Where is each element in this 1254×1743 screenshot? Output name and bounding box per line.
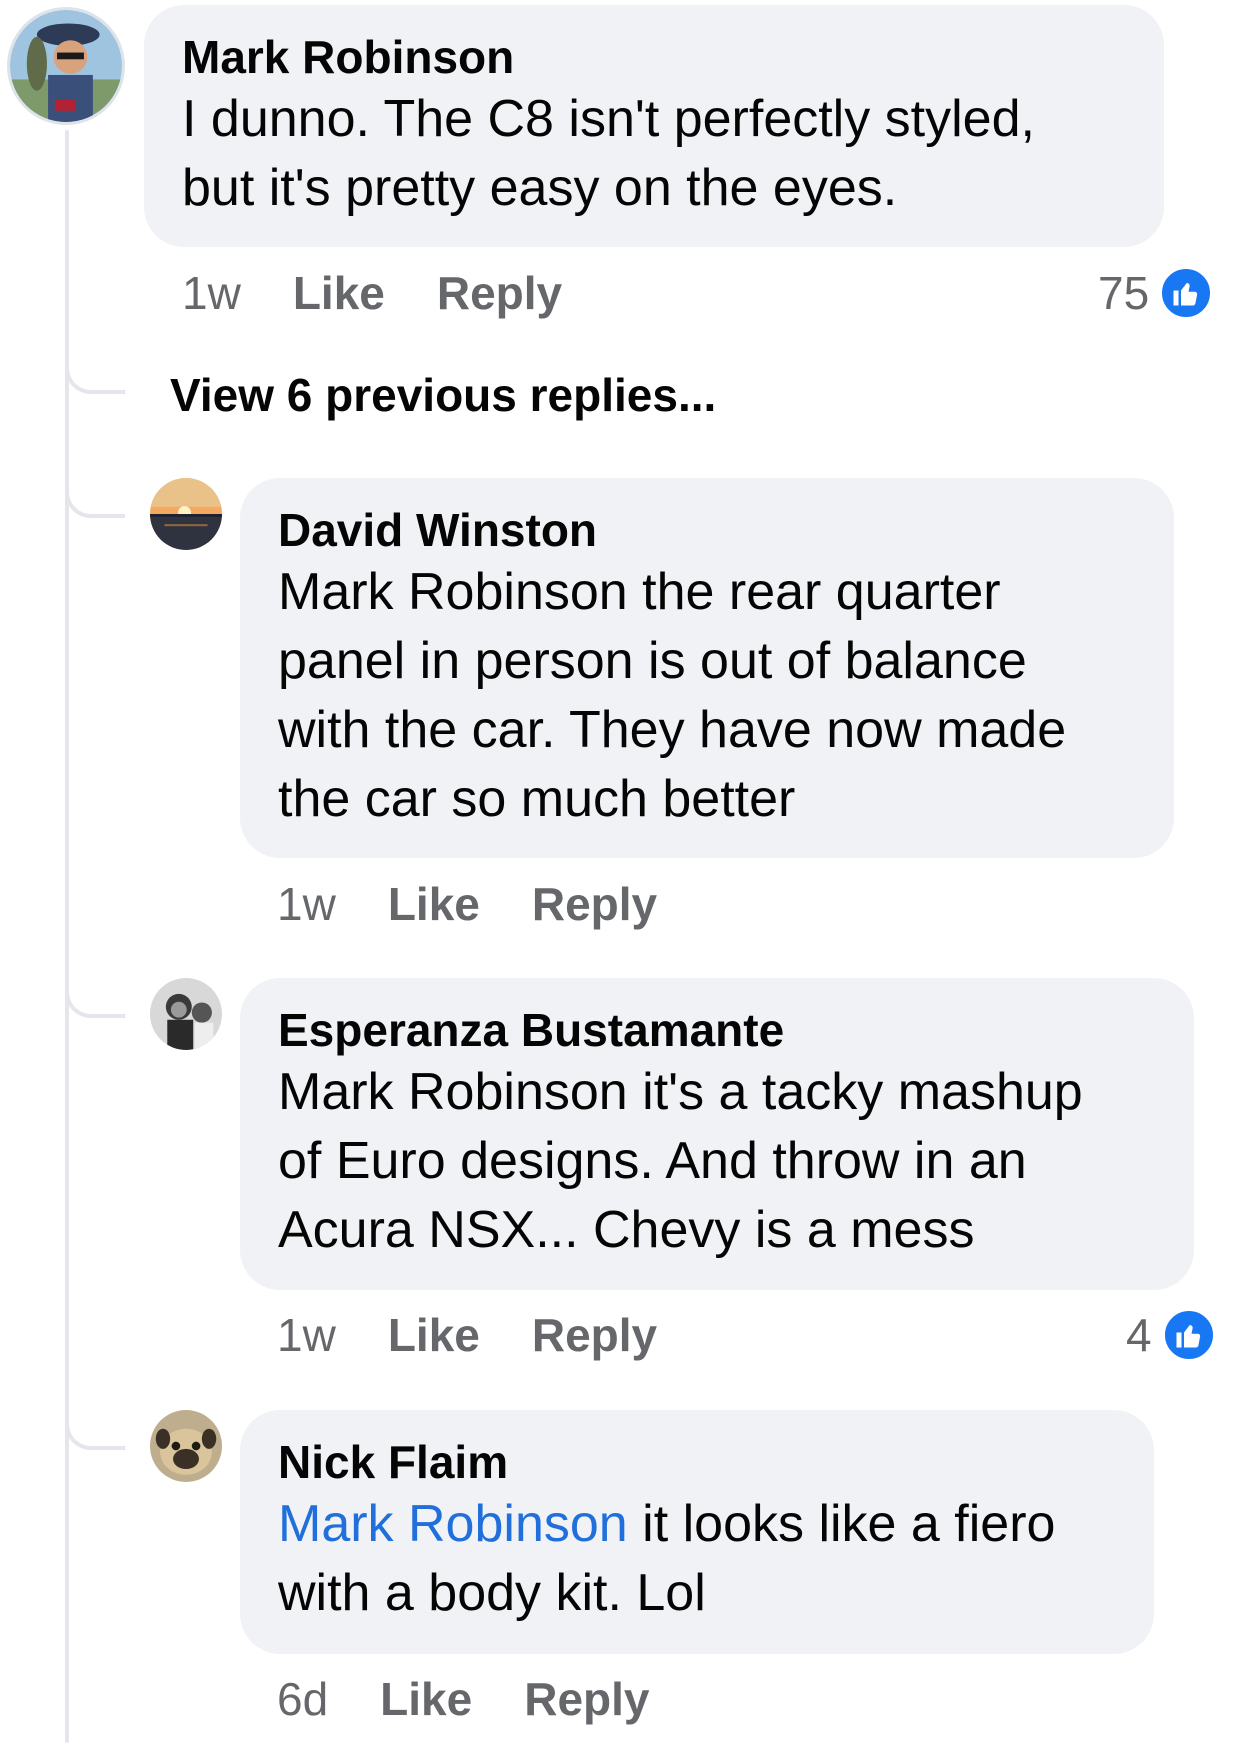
comment-actions: 1w Like Reply xyxy=(277,1305,709,1365)
reaction-count: 4 xyxy=(1126,1309,1152,1361)
comment-text-line: with the car. They have now made xyxy=(278,701,1067,759)
comment-author[interactable]: Nick Flaim xyxy=(278,1434,1118,1490)
reply-button[interactable]: Reply xyxy=(437,266,562,320)
comment-text-line: Mark Robinson it's a tacky mashup xyxy=(278,1063,1083,1121)
like-thumbs-up-icon xyxy=(1161,1308,1216,1362)
avatar-mark-robinson[interactable] xyxy=(7,7,125,125)
comment-actions: 6d Like Reply xyxy=(277,1669,701,1729)
comment-text-line: but it's pretty easy on the eyes. xyxy=(182,159,898,217)
comment-text-line: with a body kit. Lol xyxy=(278,1564,706,1622)
comment-bubble: David Winston Mark Robinson the rear qua… xyxy=(240,478,1174,858)
comment-text: Mark Robinson it looks like a fiero with… xyxy=(278,1490,1118,1628)
reply-button[interactable]: Reply xyxy=(532,877,657,931)
avatar-david-winston[interactable] xyxy=(150,478,222,550)
comment-timestamp[interactable]: 1w xyxy=(182,266,241,320)
thread-branch-reply-2 xyxy=(65,982,125,1018)
view-previous-replies-link[interactable]: View 6 previous replies... xyxy=(170,368,716,422)
avatar-sunset-photo-icon xyxy=(150,478,222,550)
reply-button[interactable]: Reply xyxy=(532,1308,657,1362)
like-thumbs-up-icon xyxy=(1159,266,1214,320)
comment-text-line: Mark Robinson it looks like a fiero xyxy=(278,1490,1118,1559)
like-button[interactable]: Like xyxy=(293,266,385,320)
like-button[interactable]: Like xyxy=(380,1672,472,1726)
like-button[interactable]: Like xyxy=(388,877,480,931)
avatar-pug-photo-icon xyxy=(150,1410,222,1482)
comment-author[interactable]: Mark Robinson xyxy=(182,29,1128,85)
comment-timestamp[interactable]: 1w xyxy=(277,1308,336,1362)
comment-text-line: panel in person is out of balance xyxy=(278,632,1027,690)
comment-bubble: Nick Flaim Mark Robinson it looks like a… xyxy=(240,1410,1154,1654)
comment-text-line: Mark Robinson the rear quarter xyxy=(278,563,1001,621)
avatar-photo-icon xyxy=(150,978,222,1050)
reply-button[interactable]: Reply xyxy=(524,1672,649,1726)
comment-text-line: Acura NSX... Chevy is a mess xyxy=(278,1201,975,1259)
avatar-esperanza-bustamante[interactable] xyxy=(150,978,222,1050)
comment-text-line: of Euro designs. And throw in an xyxy=(278,1132,1027,1190)
comment-text: I dunno. The C8 isn't perfectly styled, … xyxy=(182,85,1128,223)
comment-actions: 1w Like Reply xyxy=(277,874,709,934)
reaction-summary[interactable]: 75 xyxy=(1098,263,1214,323)
like-button[interactable]: Like xyxy=(388,1308,480,1362)
comment-bubble: Esperanza Bustamante Mark Robinson it's … xyxy=(240,978,1194,1290)
reaction-summary[interactable]: 4 xyxy=(1126,1305,1216,1365)
comment-author[interactable]: Esperanza Bustamante xyxy=(278,1002,1158,1058)
comment-bubble: Mark Robinson I dunno. The C8 isn't perf… xyxy=(144,5,1164,247)
avatar-nick-flaim[interactable] xyxy=(150,1410,222,1482)
comment-author[interactable]: David Winston xyxy=(278,502,1138,558)
reaction-count: 75 xyxy=(1098,267,1150,319)
thread-branch-reply-1 xyxy=(65,482,125,518)
avatar-photo-icon xyxy=(10,10,122,122)
comment-text-line: I dunno. The C8 isn't perfectly styled, xyxy=(182,90,1035,148)
thread-branch-reply-3 xyxy=(65,1414,125,1450)
thread-branch-view-previous xyxy=(65,358,125,394)
comment-text-line: the car so much better xyxy=(278,770,796,828)
comment-timestamp[interactable]: 6d xyxy=(277,1672,328,1726)
comment-timestamp[interactable]: 1w xyxy=(277,877,336,931)
comment-text: Mark Robinson it's a tacky mashup of Eur… xyxy=(278,1058,1158,1265)
comment-text: Mark Robinson the rear quarter panel in … xyxy=(278,558,1138,834)
comment-actions: 1w Like Reply xyxy=(182,263,614,323)
comment-text-fragment: it looks like a fiero xyxy=(627,1495,1056,1553)
mention-link[interactable]: Mark Robinson xyxy=(278,1495,628,1553)
